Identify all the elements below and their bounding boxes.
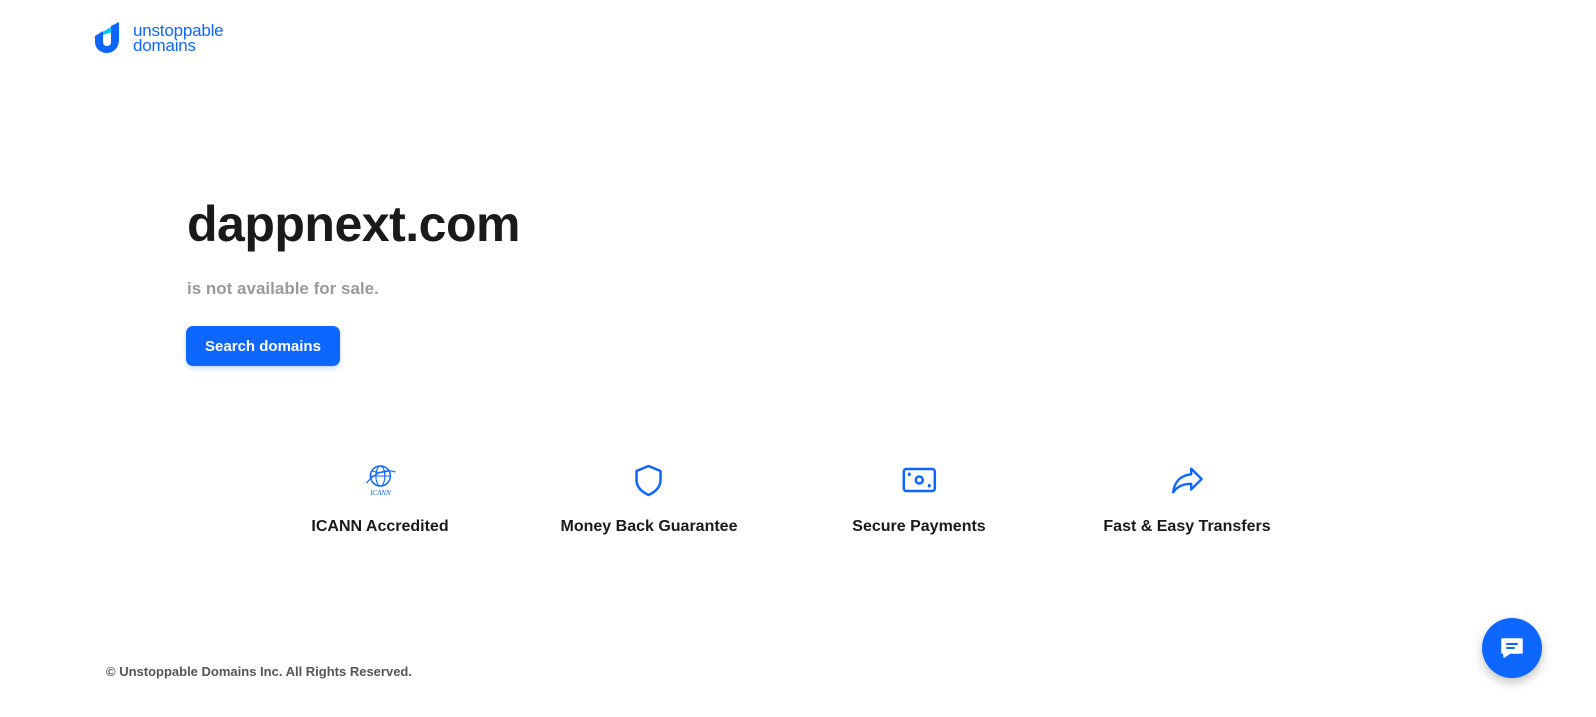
icann-globe-icon: ICANN [362, 462, 398, 498]
feature-label: Fast & Easy Transfers [1103, 518, 1271, 535]
feature-icann: ICANN ICANN Accredited [311, 462, 449, 536]
feature-secure-payments: Secure Payments [852, 462, 986, 536]
share-arrow-icon [1169, 462, 1205, 498]
feature-label: Secure Payments [852, 518, 986, 535]
feature-money-back: Money Back Guarantee [560, 462, 738, 536]
banknote-icon [901, 462, 937, 498]
unstoppable-domains-logo-icon [93, 22, 119, 53]
feature-label: Money Back Guarantee [560, 518, 738, 535]
feature-label: ICANN Accredited [311, 518, 449, 535]
search-domains-button[interactable]: Search domains [186, 326, 340, 366]
brand-wordmark: unstoppable domains [133, 22, 224, 55]
domain-title: dappnext.com [187, 196, 520, 252]
icann-icon-text: ICANN [369, 489, 391, 497]
chat-icon [1501, 638, 1523, 658]
availability-status: is not available for sale. [187, 279, 379, 298]
page: unstoppable domains dappnext.com is not … [0, 0, 1596, 717]
feature-transfers: Fast & Easy Transfers [1103, 462, 1271, 536]
shield-icon [631, 462, 667, 498]
copyright-text: © Unstoppable Domains Inc. All Rights Re… [106, 664, 412, 679]
brand-line-2: domains [133, 36, 196, 55]
brand-logo[interactable]: unstoppable domains [89, 20, 224, 56]
chat-launcher-button[interactable] [1482, 618, 1542, 678]
